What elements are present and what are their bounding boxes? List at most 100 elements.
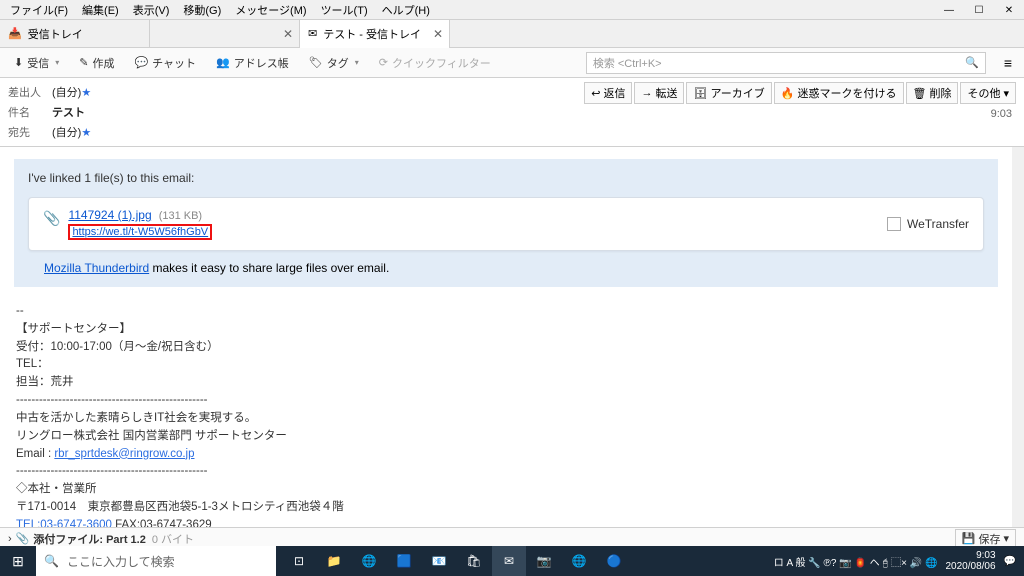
tab-test-message[interactable]: ✉ テスト - 受信トレイ ✕ [300, 20, 450, 48]
message-header: 差出人(自分)★ 件名テスト 宛先(自分)★ ↩返信 →転送 🗄アーカイブ 🔥迷… [0, 78, 1024, 147]
taskbar-search[interactable]: 🔍 ここに入力して検索 [36, 546, 276, 576]
to-value: (自分) [52, 124, 81, 140]
app-icon[interactable]: 🔵 [597, 546, 631, 576]
junk-button[interactable]: 🔥迷惑マークを付ける [774, 82, 904, 104]
menu-go[interactable]: 移動(G) [177, 0, 227, 20]
app-icon[interactable]: 📧 [422, 546, 456, 576]
tag-icon: 🏷 [309, 56, 323, 69]
menu-tools[interactable]: ツール(T) [315, 0, 374, 20]
search-icon: 🔍 [44, 554, 59, 568]
thunderbird-link[interactable]: Mozilla Thunderbird [44, 261, 149, 275]
tab-label: テスト - 受信トレイ [323, 26, 421, 42]
window-close[interactable]: ✕ [994, 0, 1024, 20]
window-maximize[interactable]: ☐ [964, 0, 994, 20]
app-icon[interactable]: 🛍 [457, 546, 491, 576]
tabbar: 📥 受信トレイ ✕ ✉ テスト - 受信トレイ ✕ [0, 20, 1024, 48]
chat-icon: 💬 [134, 56, 148, 69]
promo-text: Mozilla Thunderbird makes it easy to sha… [44, 261, 968, 275]
close-icon[interactable]: ✕ [283, 27, 293, 41]
download-icon: ⬇ [14, 56, 23, 69]
chevron-down-icon: ▾ [1003, 87, 1009, 100]
app-thunderbird[interactable]: ✉ [492, 546, 526, 576]
to-label: 宛先 [8, 124, 52, 140]
message-actions: ↩返信 →転送 🗄アーカイブ 🔥迷惑マークを付ける 🗑削除 その他▾ [584, 82, 1016, 104]
taskview-icon[interactable]: ⊡ [282, 546, 316, 576]
archive-button[interactable]: 🗄アーカイブ [686, 82, 771, 104]
attachment-label: 添付ファイル: Part 1.2 [33, 531, 145, 547]
clock[interactable]: 9:03 2020/08/06 [945, 550, 995, 572]
app-icon[interactable]: 🟦 [387, 546, 421, 576]
quickfilter-button[interactable]: ⟳クイックフィルター [371, 52, 499, 74]
tab-label: 受信トレイ [28, 26, 83, 42]
tab-inbox[interactable]: 📥 受信トレイ [0, 20, 150, 48]
appmenu-button[interactable]: ≡ [998, 55, 1018, 71]
menu-message[interactable]: メッセージ(M) [229, 0, 312, 20]
notification-icon[interactable]: 💬 [1004, 556, 1016, 567]
window-minimize[interactable]: — [934, 0, 964, 20]
star-icon[interactable]: ★ [81, 126, 91, 139]
subject-label: 件名 [8, 104, 52, 120]
app-icon[interactable]: 📁 [317, 546, 351, 576]
tray-icons[interactable]: ロ A 般 🔧 ℗? 📷 🏮 ヘ 🖯 ⬚× 🔊 🌐 [774, 554, 938, 569]
provider-name: WeTransfer [907, 217, 969, 231]
search-placeholder: ここに入力して検索 [67, 553, 175, 570]
paperclip-icon: 📎 [16, 532, 30, 545]
menu-view[interactable]: 表示(V) [127, 0, 176, 20]
linked-title: I've linked 1 file(s) to this email: [28, 171, 984, 185]
menu-help[interactable]: ヘルプ(H) [376, 0, 436, 20]
toolbar: ⬇受信 ✎作成 💬チャット 👥アドレス帳 🏷タグ ⟳クイックフィルター 検索 <… [0, 48, 1024, 78]
signature: -- 【サポートセンター】 受付：10:00-17:00（月～金/祝日含む） T… [16, 303, 996, 527]
pencil-icon: ✎ [79, 56, 88, 69]
file-url-link[interactable]: https://we.tl/t-W5W56fhGbV [72, 226, 208, 238]
tel-link[interactable]: TEL:03-6747-3600 [16, 519, 112, 527]
search-input[interactable]: 検索 <Ctrl+K> 🔍 [586, 52, 986, 74]
from-label: 差出人 [8, 84, 52, 100]
from-value: (自分) [52, 84, 81, 100]
taskbar-apps: ⊡ 📁 🌐 🟦 📧 🛍 ✉ 📷 🌐 🔵 [282, 546, 631, 576]
email-link[interactable]: rbr_sprtdesk@ringrow.co.jp [54, 448, 194, 460]
app-icon[interactable]: 🌐 [352, 546, 386, 576]
delete-button[interactable]: 🗑削除 [906, 82, 959, 104]
close-icon[interactable]: ✕ [433, 27, 443, 41]
receive-button[interactable]: ⬇受信 [6, 52, 67, 74]
archive-icon: 🗄 [693, 87, 707, 100]
inbox-icon: 📥 [8, 27, 22, 40]
paperclip-icon: 📎 [43, 210, 60, 227]
message-body: I've linked 1 file(s) to this email: 📎 1… [0, 147, 1024, 527]
file-size: (131 KB) [159, 210, 202, 222]
tab-blank[interactable]: ✕ [150, 20, 300, 48]
app-icon[interactable]: 📷 [527, 546, 561, 576]
addrbook-icon: 👥 [216, 56, 230, 69]
subject-value: テスト [52, 104, 85, 120]
search-placeholder: 検索 <Ctrl+K> [593, 55, 662, 71]
expand-icon[interactable]: › [8, 533, 12, 545]
other-button[interactable]: その他▾ [960, 82, 1016, 104]
system-tray[interactable]: ロ A 般 🔧 ℗? 📷 🏮 ヘ 🖯 ⬚× 🔊 🌐 9:03 2020/08/0… [766, 550, 1024, 572]
menubar: ファイル(F) 編集(E) 表示(V) 移動(G) メッセージ(M) ツール(T… [0, 0, 1024, 20]
addressbook-button[interactable]: 👥アドレス帳 [208, 52, 297, 74]
star-icon[interactable]: ★ [81, 86, 91, 99]
app-chrome[interactable]: 🌐 [562, 546, 596, 576]
tag-button[interactable]: 🏷タグ [301, 52, 367, 74]
windows-taskbar: ⊞ 🔍 ここに入力して検索 ⊡ 📁 🌐 🟦 📧 🛍 ✉ 📷 🌐 🔵 ロ A 般 … [0, 546, 1024, 576]
save-icon: 💾 [962, 532, 976, 545]
chevron-down-icon: ▾ [1003, 532, 1009, 545]
provider-icon [887, 217, 901, 231]
filter-icon: ⟳ [379, 56, 388, 69]
reply-icon: ↩ [591, 87, 600, 100]
attachment-size: 0 バイト [152, 531, 194, 547]
search-icon: 🔍 [965, 56, 979, 69]
file-card: 📎 1147924 (1).jpg (131 KB) https://we.tl… [28, 197, 984, 251]
compose-button[interactable]: ✎作成 [71, 52, 122, 74]
menu-file[interactable]: ファイル(F) [4, 0, 74, 20]
chat-button[interactable]: 💬チャット [126, 52, 204, 74]
file-url-highlight: https://we.tl/t-W5W56fhGbV [68, 224, 212, 240]
menu-edit[interactable]: 編集(E) [76, 0, 125, 20]
trash-icon: 🗑 [913, 87, 927, 100]
forward-button[interactable]: →転送 [634, 82, 684, 104]
linked-files-box: I've linked 1 file(s) to this email: 📎 1… [14, 159, 998, 287]
message-time: 9:03 [991, 108, 1012, 120]
file-name-link[interactable]: 1147924 (1).jpg [68, 208, 151, 222]
start-button[interactable]: ⊞ [0, 553, 36, 570]
reply-button[interactable]: ↩返信 [584, 82, 632, 104]
